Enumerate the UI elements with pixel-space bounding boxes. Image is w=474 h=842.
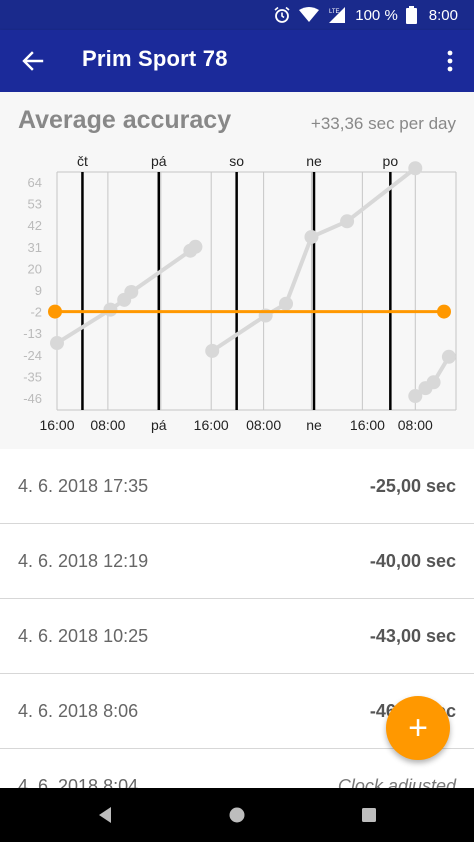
measurement-row[interactable]: 4. 6. 2018 12:19 -40,00 sec xyxy=(0,524,474,599)
y-tick-label: 20 xyxy=(28,261,42,276)
data-point xyxy=(188,239,203,254)
data-point xyxy=(124,284,139,299)
battery-icon xyxy=(405,6,417,24)
data-point xyxy=(408,161,423,176)
add-measurement-button[interactable]: + xyxy=(386,696,450,760)
data-point xyxy=(304,229,319,244)
series-line xyxy=(345,166,417,223)
y-tick-label: -24 xyxy=(23,348,42,363)
app-bar: Prim Sport 78 xyxy=(0,30,474,92)
back-button[interactable] xyxy=(16,44,50,78)
day-label: ne xyxy=(306,153,322,169)
more-vert-icon xyxy=(447,50,453,72)
x-tick-label: 08:00 xyxy=(246,417,281,433)
alarm-icon xyxy=(273,6,291,24)
data-point xyxy=(50,336,64,351)
nav-home-icon xyxy=(229,807,245,823)
series-line xyxy=(211,219,348,353)
data-point xyxy=(279,296,294,311)
measurement-value: -25,00 sec xyxy=(369,476,456,496)
day-label: so xyxy=(229,153,244,169)
plus-icon: + xyxy=(408,709,428,747)
network-type-label: LTE xyxy=(329,9,340,15)
wifi-icon xyxy=(299,7,320,23)
y-tick-label: 9 xyxy=(35,283,42,298)
measurement-value: -43,00 sec xyxy=(369,626,456,646)
overflow-menu-button[interactable] xyxy=(438,44,462,78)
measurement-row[interactable]: 4. 6. 2018 10:25 -43,00 sec xyxy=(0,599,474,674)
x-tick-label: 16:00 xyxy=(194,417,229,433)
chart-title: Average accuracy xyxy=(18,106,232,134)
day-label: čt xyxy=(77,153,88,169)
day-label: pá xyxy=(151,153,167,169)
x-tick-label: 08:00 xyxy=(90,417,125,433)
data-point xyxy=(426,375,441,390)
measurement-date: 4. 6. 2018 12:19 xyxy=(18,551,149,571)
accuracy-chart-card: čt pá so ne po 16:00 08:00 pá 16:00 08:00 ne 16:00 0… xyxy=(0,92,474,450)
nav-back-icon xyxy=(99,807,111,823)
nav-recents-icon xyxy=(362,808,376,822)
lte-signal-icon: LTE xyxy=(327,6,347,24)
x-tick-label: ne xyxy=(306,417,322,433)
measurement-date: 4. 6. 2018 10:25 xyxy=(18,626,149,646)
measurement-date: 4. 6. 2018 17:35 xyxy=(18,476,149,496)
y-tick-label: -46 xyxy=(23,391,42,406)
nav-home-button[interactable] xyxy=(222,800,252,830)
y-tick-label: 42 xyxy=(28,218,42,233)
measurement-value: -40,00 sec xyxy=(369,551,456,571)
battery-percent: 100 % xyxy=(355,6,398,24)
y-tick-label: -13 xyxy=(23,326,42,341)
data-point xyxy=(103,302,118,317)
nav-recents-button[interactable] xyxy=(354,800,384,830)
x-tick-label: 16:00 xyxy=(350,417,385,433)
measurement-list: 4. 6. 2018 17:35 -25,00 sec 4. 6. 2018 1… xyxy=(0,449,474,824)
trend-end-point xyxy=(437,304,451,319)
system-nav-bar xyxy=(0,788,474,842)
accuracy-chart: čt pá so ne po 16:00 08:00 pá 16:00 08:00 ne 16:00 0… xyxy=(23,153,457,433)
accuracy-rate: +33,36 sec per day xyxy=(310,114,456,133)
page-title: Prim Sport 78 xyxy=(82,46,228,71)
status-time: 8:00 xyxy=(428,6,458,24)
measurement-row[interactable]: 4. 6. 2018 17:35 -25,00 sec xyxy=(0,449,474,524)
y-tick-label: 31 xyxy=(28,240,42,255)
measurement-date: 4. 6. 2018 8:06 xyxy=(18,701,139,721)
y-tick-label: -2 xyxy=(30,305,42,320)
data-point xyxy=(441,349,456,364)
back-arrow-icon xyxy=(22,51,44,71)
y-tick-label: 53 xyxy=(28,197,42,212)
x-tick-label: 16:00 xyxy=(39,417,74,433)
data-point xyxy=(205,343,220,358)
day-label: po xyxy=(383,153,399,169)
status-bar: LTE 100 % 8:00 xyxy=(0,0,474,30)
nav-back-button[interactable] xyxy=(90,800,120,830)
y-tick-label: -35 xyxy=(23,369,42,384)
x-tick-label: 08:00 xyxy=(398,417,433,433)
y-tick-label: 64 xyxy=(28,175,42,190)
trend-start-point xyxy=(48,304,62,319)
x-tick-label: pá xyxy=(151,417,167,433)
